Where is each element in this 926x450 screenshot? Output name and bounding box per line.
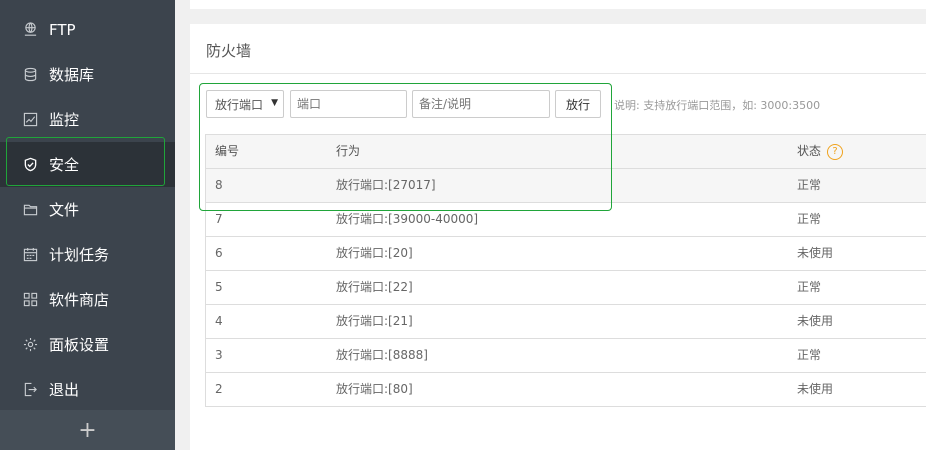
calendar-icon — [22, 247, 38, 263]
logout-icon — [22, 382, 38, 398]
sidebar-item-logout[interactable]: 退出 — [0, 367, 175, 412]
row-id: 3 — [215, 348, 223, 362]
sidebar-item-label: FTP — [49, 20, 76, 39]
help-icon[interactable]: ? — [827, 143, 844, 160]
sidebar-item-label: 监控 — [49, 111, 80, 129]
database-icon — [22, 67, 38, 83]
row-action: 放行端口:[27017] — [336, 178, 436, 192]
sidebar-item-label: 文件 — [49, 201, 80, 219]
column-header-action: 行为 — [336, 144, 361, 158]
monitor-icon — [22, 112, 38, 128]
apps-icon — [22, 292, 38, 308]
row-action: 放行端口:[80] — [336, 382, 413, 396]
sidebar-item-cron[interactable]: 计划任务 — [0, 232, 175, 277]
row-id: 5 — [215, 280, 223, 294]
row-action: 放行端口:[39000-40000] — [336, 212, 479, 226]
firewall-table: 编号 行为 状态? 8 放行端口:[27017] 正常 7 放行端口:[3900… — [205, 134, 926, 407]
table-row[interactable]: 4 放行端口:[21] 未使用 — [206, 305, 926, 339]
folder-icon — [22, 202, 38, 218]
port-input[interactable] — [290, 90, 407, 118]
sidebar: FTP 数据库 监控 安全 文件 计划任务 软件商店 面板设置 退出 + — [0, 0, 175, 450]
ftp-icon — [22, 22, 38, 38]
row-id: 2 — [215, 382, 223, 396]
page-title: 防火墙 — [206, 42, 252, 60]
row-status: 未使用 — [797, 314, 834, 328]
gear-icon — [22, 337, 38, 353]
row-action: 放行端口:[8888] — [336, 348, 428, 362]
sidebar-item-database[interactable]: 数据库 — [0, 52, 175, 97]
rule-type-select[interactable]: 放行端口 ▼ — [206, 90, 284, 118]
rule-type-value: 放行端口 — [215, 97, 264, 112]
row-status: 正常 — [797, 280, 822, 294]
row-id: 4 — [215, 314, 223, 328]
row-action: 放行端口:[21] — [336, 314, 413, 328]
sidebar-item-label: 数据库 — [49, 66, 95, 84]
row-status: 正常 — [797, 212, 822, 226]
row-id: 6 — [215, 246, 223, 260]
allow-port-button[interactable]: 放行 — [555, 90, 601, 118]
hint-text: 说明: 支持放行端口范围，如: 3000:3500 — [614, 99, 821, 112]
row-status: 正常 — [797, 348, 822, 362]
sidebar-item-store[interactable]: 软件商店 — [0, 277, 175, 322]
table-header: 编号 行为 状态? — [206, 135, 926, 169]
sidebar-item-label: 软件商店 — [49, 291, 110, 309]
sidebar-item-label: 计划任务 — [49, 246, 110, 264]
row-action: 放行端口:[20] — [336, 246, 413, 260]
sidebar-item-settings[interactable]: 面板设置 — [0, 322, 175, 367]
column-header-id: 编号 — [215, 144, 240, 158]
row-id: 7 — [215, 212, 223, 226]
row-action: 放行端口:[22] — [336, 280, 413, 294]
table-row[interactable]: 6 放行端口:[20] 未使用 — [206, 237, 926, 271]
note-input[interactable] — [412, 90, 550, 118]
table-row[interactable]: 7 放行端口:[39000-40000] 正常 — [206, 203, 926, 237]
row-id: 8 — [215, 178, 223, 192]
sidebar-item-monitor[interactable]: 监控 — [0, 97, 175, 142]
sidebar-item-ftp[interactable]: FTP — [0, 7, 175, 52]
active-item-highlight — [6, 137, 165, 186]
top-panel — [190, 0, 926, 9]
row-status: 正常 — [797, 178, 822, 192]
column-header-status: 状态? — [797, 135, 844, 169]
table-row[interactable]: 2 放行端口:[80] 未使用 — [206, 373, 926, 407]
sidebar-item-label: 面板设置 — [49, 336, 110, 354]
table-row[interactable]: 5 放行端口:[22] 正常 — [206, 271, 926, 305]
table-row[interactable]: 8 放行端口:[27017] 正常 — [206, 169, 926, 203]
row-status: 未使用 — [797, 246, 834, 260]
sidebar-item-files[interactable]: 文件 — [0, 187, 175, 232]
table-row[interactable]: 3 放行端口:[8888] 正常 — [206, 339, 926, 373]
dropdown-arrow-icon: ▼ — [271, 98, 278, 108]
firewall-panel: 防火墙 放行端口 ▼ 放行 说明: 支持放行端口范围，如: 3000:3500 … — [190, 24, 926, 450]
row-status: 未使用 — [797, 382, 834, 396]
sidebar-item-label: 退出 — [49, 381, 80, 399]
add-shortcut-button[interactable]: + — [0, 410, 175, 450]
divider — [190, 73, 926, 74]
